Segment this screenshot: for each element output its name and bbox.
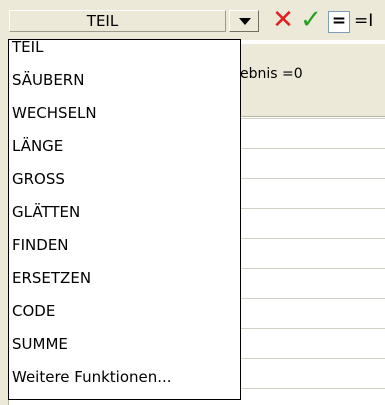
grid-line [240,328,385,329]
chevron-down-icon [239,18,251,25]
grid-line [240,148,385,149]
grid-line [240,208,385,209]
dropdown-item-wechseln[interactable]: WECHSELN [12,98,240,128]
dropdown-item-more-functions[interactable]: Weitere Funktionen... [12,362,240,392]
dropdown-item-teil[interactable]: TEIL [12,32,240,62]
dropdown-item-laenge[interactable]: LÄNGE [12,131,240,161]
function-name-box[interactable]: TEIL [9,10,226,32]
grid-line [240,268,385,269]
grid-line [240,238,385,239]
grid-line [240,388,385,389]
grid-line [240,178,385,179]
function-dropdown-list: TEIL SÄUBERN WECHSELN LÄNGE GROSS GLÄTTE… [8,38,241,400]
dropdown-item-ersetzen[interactable]: ERSETZEN [12,263,240,293]
formula-input[interactable]: =I [354,10,385,32]
formula-result-label: ebnis =0 [240,66,303,82]
grid-line [240,118,385,119]
dropdown-item-finden[interactable]: FINDEN [12,230,240,260]
dropdown-item-code[interactable]: CODE [12,296,240,326]
enter-check-icon[interactable]: ✓ [298,6,324,34]
dropdown-item-summe[interactable]: SUMME [12,329,240,359]
dropdown-item-glaetten[interactable]: GLÄTTEN [12,197,240,227]
dropdown-item-gross[interactable]: GROSS [12,164,240,194]
insert-function-button[interactable]: = [328,11,350,33]
function-dropdown-button[interactable] [229,10,259,32]
cancel-x-icon[interactable]: ✕ [270,6,296,34]
grid-line [240,358,385,359]
dropdown-item-saeubern[interactable]: SÄUBERN [12,65,240,95]
grid-line [240,298,385,299]
